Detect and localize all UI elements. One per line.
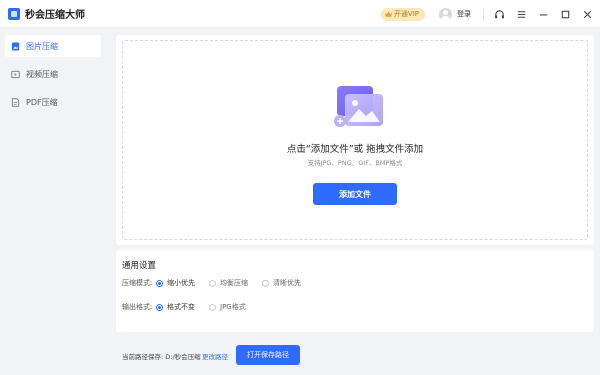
title-bar: 秒会压缩大师 开通VIP 登录 bbox=[0, 0, 600, 28]
drop-zone-title: 点击“添加文件”或 拖拽文件添加 bbox=[286, 144, 424, 155]
compress-mode-option-smallest[interactable]: 缩小优先 bbox=[156, 278, 195, 288]
maximize-icon[interactable] bbox=[558, 7, 572, 21]
compress-mode-row: 压缩模式: 缩小优先 均衡压缩 清晰优先 bbox=[122, 277, 315, 289]
radio-unselected[interactable] bbox=[209, 303, 216, 311]
login-link[interactable]: 登录 bbox=[457, 9, 471, 19]
image-file-icon bbox=[11, 41, 20, 51]
output-format-label: 输出格式: bbox=[122, 303, 153, 311]
supported-formats-text: 支持JPG、PNG、GIF、BMP格式 bbox=[307, 159, 403, 167]
divider bbox=[483, 8, 484, 20]
change-path-link[interactable]: 更改路径 bbox=[202, 351, 228, 361]
crown-icon bbox=[384, 11, 392, 17]
video-icon bbox=[11, 70, 20, 78]
avatar[interactable] bbox=[439, 7, 452, 21]
general-settings-panel: 通用设置 压缩模式: 缩小优先 均衡压缩 清晰优先 输出格式: 格式不变 JPG… bbox=[116, 250, 594, 332]
output-format-row: 输出格式: 格式不变 JPG格式 bbox=[122, 301, 260, 313]
sidebar-item-label: 视频压缩 bbox=[26, 69, 58, 79]
compress-mode-option-balanced[interactable]: 均衡压缩 bbox=[209, 278, 248, 288]
pdf-file-icon bbox=[11, 97, 20, 107]
vip-button[interactable]: 开通VIP bbox=[380, 7, 425, 21]
app-logo-icon bbox=[8, 7, 20, 20]
radio-selected[interactable] bbox=[156, 279, 163, 287]
headset-icon[interactable] bbox=[492, 7, 506, 21]
settings-title: 通用设置 bbox=[122, 261, 157, 271]
radio-unselected[interactable] bbox=[209, 279, 216, 287]
app-title: 秒会压缩大师 bbox=[25, 10, 85, 21]
vip-label: 开通VIP bbox=[393, 10, 419, 18]
output-format-option-keep[interactable]: 格式不变 bbox=[156, 302, 195, 312]
menu-icon[interactable] bbox=[514, 7, 528, 21]
radio-unselected[interactable] bbox=[262, 279, 269, 287]
compress-mode-option-clarity[interactable]: 清晰优先 bbox=[262, 278, 301, 288]
radio-selected[interactable] bbox=[156, 303, 163, 311]
minimize-icon[interactable] bbox=[536, 7, 550, 21]
save-path-label: 当前路径保存: D:/秒会压缩 bbox=[122, 353, 201, 361]
open-save-path-button[interactable]: 打开保存路径 bbox=[236, 345, 300, 365]
sidebar-item-image-compress[interactable]: 图片压缩 bbox=[5, 35, 101, 57]
sidebar-item-label: 图片压缩 bbox=[26, 41, 58, 51]
sidebar-item-pdf-compress[interactable]: PDF压缩 bbox=[5, 91, 101, 113]
footer-bar: 当前路径保存: D:/秒会压缩 更改路径 打开保存路径 bbox=[110, 336, 600, 375]
main-panel: 点击“添加文件”或 拖拽文件添加 支持JPG、PNG、GIF、BMP格式 添加文… bbox=[116, 35, 594, 245]
output-format-option-jpg[interactable]: JPG格式 bbox=[209, 302, 246, 312]
title-bar-actions: 开通VIP 登录 bbox=[380, 0, 594, 28]
compress-mode-label: 压缩模式: bbox=[122, 279, 153, 287]
file-drop-zone[interactable]: 点击“添加文件”或 拖拽文件添加 支持JPG、PNG、GIF、BMP格式 添加文… bbox=[122, 40, 588, 240]
add-image-illustration-icon bbox=[334, 86, 383, 127]
sidebar-item-video-compress[interactable]: 视频压缩 bbox=[5, 63, 101, 85]
sidebar: 图片压缩 视频压缩 PDF压缩 bbox=[0, 29, 110, 375]
add-file-button[interactable]: 添加文件 bbox=[313, 183, 397, 205]
close-icon[interactable] bbox=[580, 7, 594, 21]
sidebar-item-label: PDF压缩 bbox=[26, 97, 58, 107]
